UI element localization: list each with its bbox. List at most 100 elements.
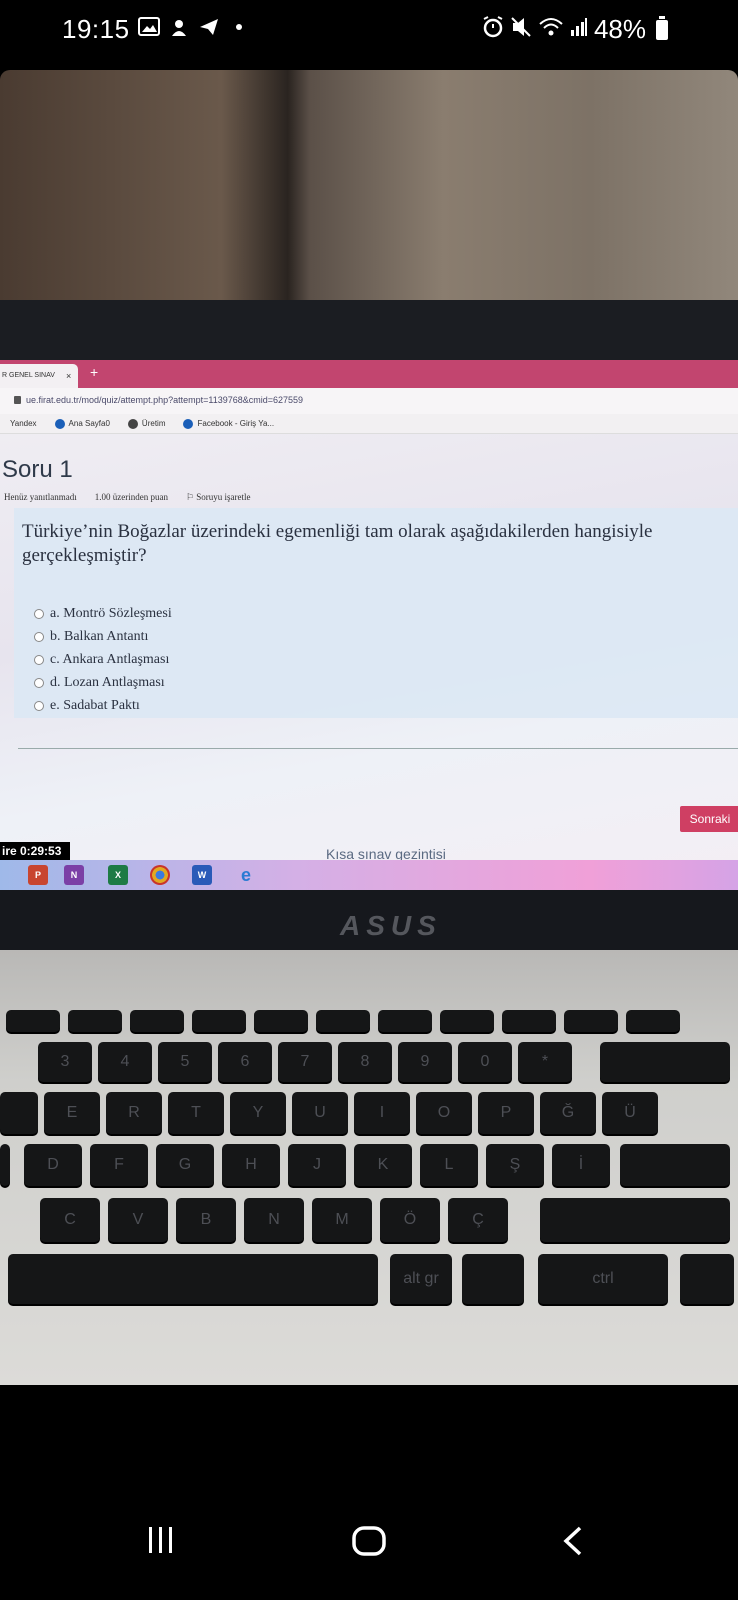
divider — [18, 748, 738, 749]
radio-button[interactable] — [34, 632, 44, 642]
key-4[interactable]: 7 — [278, 1042, 332, 1082]
key-a-6[interactable]: L — [420, 1144, 478, 1186]
key-q-8[interactable]: Ğ — [540, 1092, 596, 1134]
back-button[interactable] — [562, 1526, 584, 1561]
answer-option-b[interactable]: b. Balkan Antantı — [34, 629, 148, 645]
key-a-4[interactable]: J — [288, 1144, 346, 1186]
arrow-key[interactable] — [680, 1254, 734, 1304]
radio-button[interactable] — [34, 678, 44, 688]
key-a-5[interactable]: K — [354, 1144, 412, 1186]
key-8[interactable]: * — [518, 1042, 572, 1082]
recent-apps-button[interactable] — [146, 1526, 176, 1559]
answer-option-c[interactable]: c. Ankara Antlaşması — [34, 652, 169, 668]
function-key[interactable] — [6, 1010, 60, 1032]
key-q-2[interactable]: T — [168, 1092, 224, 1134]
caps-key[interactable] — [0, 1144, 10, 1186]
key-z-3[interactable]: N — [244, 1198, 304, 1242]
key-z-0[interactable]: C — [40, 1198, 100, 1242]
bookmark-label: Üretim — [141, 419, 166, 428]
notification-icon — [168, 16, 190, 38]
key-q-4[interactable]: U — [292, 1092, 348, 1134]
function-key[interactable] — [130, 1010, 184, 1032]
key-q-9[interactable]: Ü — [602, 1092, 658, 1134]
onenote-icon[interactable]: N — [64, 865, 84, 885]
radio-button[interactable] — [34, 609, 44, 619]
key-1[interactable]: 4 — [98, 1042, 152, 1082]
key-q-0[interactable]: E — [44, 1092, 100, 1134]
key-2[interactable]: 5 — [158, 1042, 212, 1082]
key-a-8[interactable]: İ — [552, 1144, 610, 1186]
key-q-1[interactable]: R — [106, 1092, 162, 1134]
key-z-5[interactable]: Ö — [380, 1198, 440, 1242]
key-q-6[interactable]: O — [416, 1092, 472, 1134]
bookmark-yandex[interactable]: Yandex — [10, 419, 37, 428]
answer-option-a[interactable]: a. Montrö Sözleşmesi — [34, 606, 172, 622]
wall-background — [0, 70, 738, 300]
key-a-0[interactable]: D — [24, 1144, 82, 1186]
function-key[interactable] — [626, 1010, 680, 1032]
key-0[interactable]: 3 — [38, 1042, 92, 1082]
key-z-1[interactable]: V — [108, 1198, 168, 1242]
shift-key[interactable] — [540, 1198, 730, 1242]
ctrl-key[interactable]: ctrl — [538, 1254, 668, 1304]
key-q-5[interactable]: I — [354, 1092, 410, 1134]
option-label: e. Sadabat Paktı — [50, 698, 140, 713]
key-a-7[interactable]: Ş — [486, 1144, 544, 1186]
url-text[interactable]: ue.firat.edu.tr/mod/quiz/attempt.php?att… — [26, 395, 303, 405]
option-label: a. Montrö Sözleşmesi — [50, 606, 172, 621]
key-a-3[interactable]: H — [222, 1144, 280, 1186]
key-a-2[interactable]: G — [156, 1144, 214, 1186]
menu-key[interactable] — [462, 1254, 524, 1304]
bookmark-home[interactable]: Ana Sayfa0 — [54, 418, 110, 429]
gallery-icon — [138, 16, 160, 38]
tab-close-icon[interactable]: × — [66, 364, 71, 388]
function-key[interactable] — [254, 1010, 308, 1032]
radio-button[interactable] — [34, 655, 44, 665]
next-button[interactable]: Sonraki — [680, 806, 738, 832]
bookmark-label: Yandex — [10, 419, 37, 428]
function-key[interactable] — [564, 1010, 618, 1032]
question-title: Soru 1 — [2, 456, 73, 483]
word-icon[interactable]: W — [192, 865, 212, 885]
lock-icon — [14, 396, 21, 404]
function-key[interactable] — [68, 1010, 122, 1032]
key-a-1[interactable]: F — [90, 1144, 148, 1186]
home-button[interactable] — [352, 1526, 386, 1561]
key-7[interactable]: 0 — [458, 1042, 512, 1082]
function-key[interactable] — [378, 1010, 432, 1032]
function-key[interactable] — [502, 1010, 556, 1032]
function-key[interactable] — [440, 1010, 494, 1032]
key-5[interactable]: 8 — [338, 1042, 392, 1082]
answer-option-e[interactable]: e. Sadabat Paktı — [34, 698, 140, 714]
enter-key[interactable] — [620, 1144, 730, 1186]
key-z-2[interactable]: B — [176, 1198, 236, 1242]
radio-button[interactable] — [34, 701, 44, 711]
tab-key[interactable] — [0, 1092, 38, 1134]
key-q-7[interactable]: P — [478, 1092, 534, 1134]
browser-tab[interactable]: R GENEL SINAV × — [0, 364, 78, 388]
powerpoint-icon[interactable]: P — [28, 865, 48, 885]
flag-question-link[interactable]: ⚐ Soruyu işaretle — [186, 492, 251, 503]
laptop-brand-logo: ASUS — [340, 910, 442, 941]
key-q-3[interactable]: Y — [230, 1092, 286, 1134]
bookmark-uretim[interactable]: Üretim — [127, 418, 166, 429]
key-3[interactable]: 6 — [218, 1042, 272, 1082]
function-key[interactable] — [316, 1010, 370, 1032]
answer-option-d[interactable]: d. Lozan Antlaşması — [34, 675, 165, 691]
function-key[interactable] — [192, 1010, 246, 1032]
key-z-6[interactable]: Ç — [448, 1198, 508, 1242]
key-z-4[interactable]: M — [312, 1198, 372, 1242]
excel-icon[interactable]: X — [108, 865, 128, 885]
edge-icon[interactable]: e — [236, 865, 256, 885]
alt-gr-key[interactable]: alt gr — [390, 1254, 452, 1304]
question-text: Türkiye’nin Boğazlar üzerindeki egemenli… — [22, 521, 653, 566]
backspace-key[interactable] — [600, 1042, 730, 1082]
key-6[interactable]: 9 — [398, 1042, 452, 1082]
laptop-keyboard-deck: 3 4 5 6 7 8 9 0 * E R T Y U I O P Ğ Ü D F G H J K L Ş İ C V B N M Ö Çalt g… — [0, 950, 738, 1385]
new-tab-button[interactable]: + — [90, 364, 98, 380]
bookmark-facebook[interactable]: Facebook - Giriş Ya... — [183, 418, 274, 429]
spacebar-key[interactable] — [8, 1254, 378, 1304]
chrome-icon[interactable] — [150, 865, 170, 885]
address-bar[interactable]: ue.firat.edu.tr/mod/quiz/attempt.php?att… — [0, 388, 738, 415]
photo: R GENEL SINAV × + ue.firat.edu.tr/mod/qu… — [0, 70, 738, 1385]
